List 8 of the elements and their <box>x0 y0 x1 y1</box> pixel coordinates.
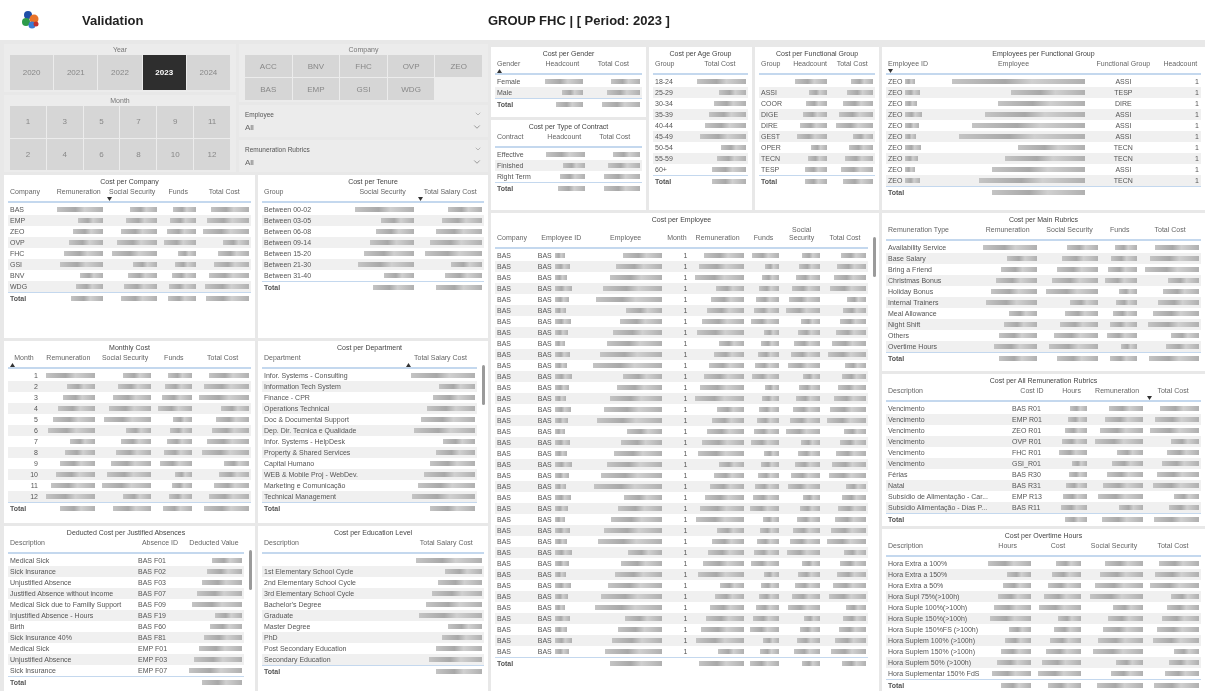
slicer-option[interactable]: 2023 <box>142 55 186 90</box>
scrollbar-thumb[interactable] <box>249 550 252 590</box>
page-title: Validation <box>82 12 144 28</box>
dropdown-value: All <box>245 122 254 132</box>
scrollbar-thumb[interactable] <box>873 237 876 277</box>
report-title: GROUP FHC | [ Period: 2023 ] <box>488 12 670 28</box>
scrollbar-thumb[interactable] <box>482 365 485 405</box>
dropdown-value: All <box>245 157 254 167</box>
